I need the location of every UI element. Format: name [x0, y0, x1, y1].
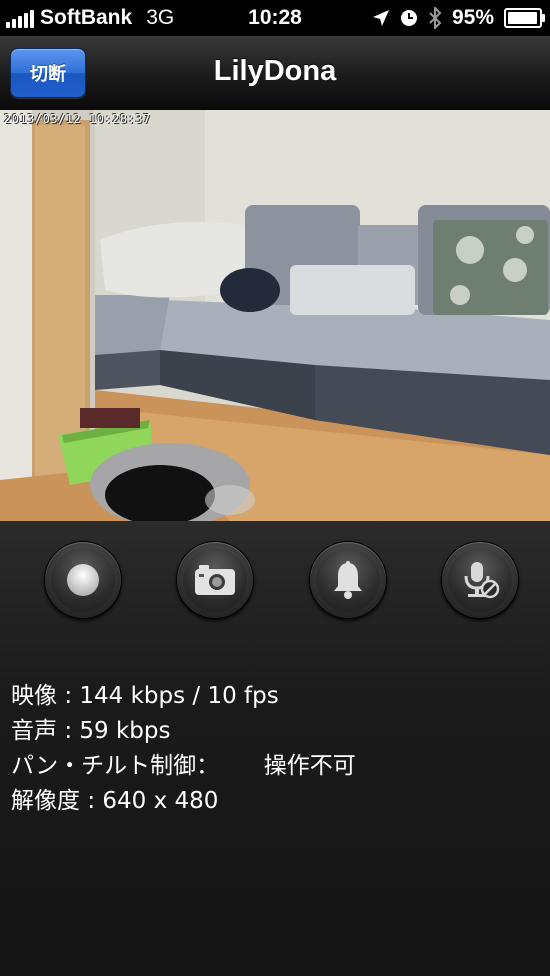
separator: :	[87, 788, 96, 814]
alarm-clock-icon	[400, 10, 417, 26]
camera-icon	[195, 565, 235, 595]
battery-icon	[504, 8, 545, 28]
video-label: 映像	[11, 683, 57, 709]
alarm-button[interactable]	[309, 541, 387, 619]
pantilt-value: 操作不可	[263, 753, 356, 779]
controls-panel: 映像 : 144 kbps / 10 fps 音声 : 59 kbps パン・チ…	[0, 521, 550, 976]
battery-percent: 95%	[451, 6, 494, 29]
record-button[interactable]	[44, 541, 122, 619]
location-arrow-icon	[372, 10, 389, 26]
resolution-info-row: 解像度 : 640 x 480	[11, 784, 356, 819]
separator: ：	[196, 753, 220, 779]
resolution-label: 解像度	[11, 788, 80, 814]
audio-value: 59 kbps	[79, 718, 171, 744]
stream-info: 映像 : 144 kbps / 10 fps 音声 : 59 kbps パン・チ…	[11, 679, 356, 819]
resolution-value: 640 x 480	[102, 788, 219, 814]
camera-live-view[interactable]: 2013/03/12 10:28:37	[0, 110, 550, 521]
status-bar: SoftBank 3G 10:28 95%	[0, 0, 550, 36]
camera-timestamp: 2013/03/12 10:28:37	[4, 112, 151, 126]
bluetooth-icon	[429, 7, 442, 29]
video-value: 144 kbps / 10 fps	[79, 683, 279, 709]
navigation-bar: 切断 LilyDona	[0, 36, 550, 111]
pantilt-label: パン・チルト制御	[11, 753, 197, 779]
video-info-row: 映像 : 144 kbps / 10 fps	[11, 679, 356, 714]
bell-icon	[334, 561, 362, 599]
microphone-muted-icon	[464, 562, 500, 599]
snapshot-button[interactable]	[176, 541, 254, 619]
pantilt-info-row: パン・チルト制御： 操作不可	[11, 749, 356, 784]
audio-label: 音声	[11, 718, 57, 744]
camera-image	[0, 110, 550, 521]
separator: :	[64, 718, 73, 744]
audio-info-row: 音声 : 59 kbps	[11, 714, 356, 749]
page-title: LilyDona	[213, 55, 337, 87]
microphone-button[interactable]	[441, 541, 519, 619]
record-icon	[67, 564, 99, 596]
separator: :	[64, 683, 73, 709]
